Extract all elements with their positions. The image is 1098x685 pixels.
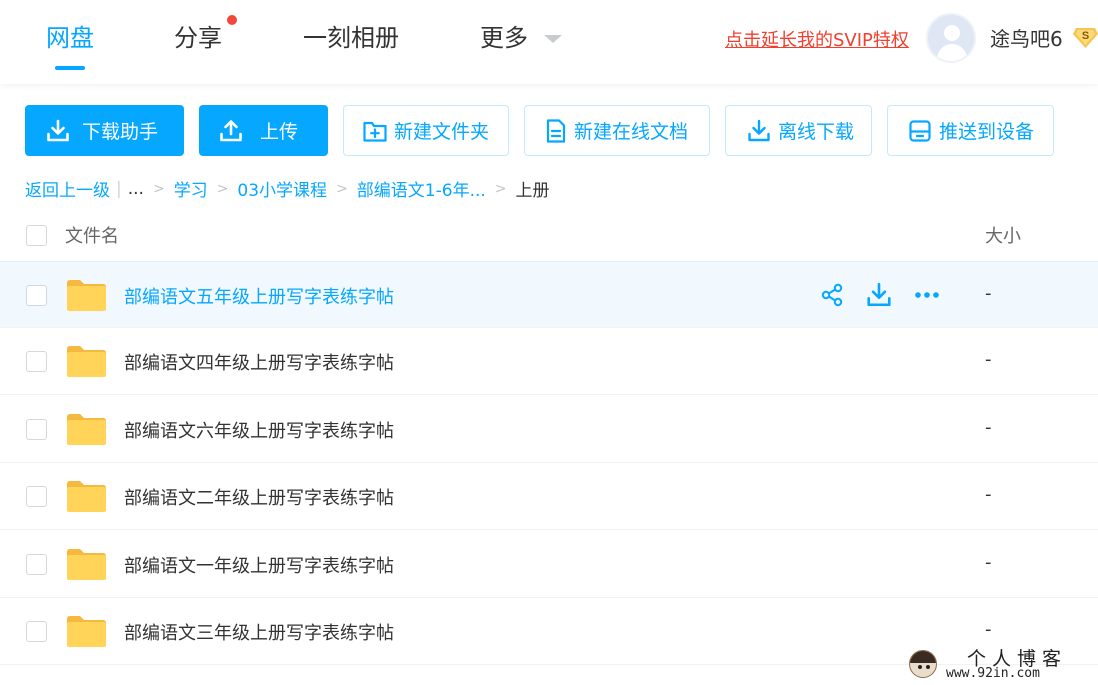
file-row[interactable]: 部编语文四年级上册写字表练字帖 - [0,328,1098,395]
folder-icon [67,346,106,377]
share-icon[interactable] [820,283,844,307]
column-header-name[interactable]: 文件名 [65,222,119,248]
document-icon [546,118,566,143]
new-folder-label: 新建文件夹 [394,121,490,143]
file-name[interactable]: 部编语文五年级上册写字表练字帖 [124,283,394,309]
svip-badge-letter: S [1082,30,1089,42]
breadcrumb-separator: > [216,180,229,197]
file-size: - [985,417,992,438]
download-icon[interactable] [866,282,892,308]
breadcrumb-item-primary-course[interactable]: 03小学课程 [237,176,327,201]
download-helper-label: 下载助手 [82,121,159,143]
select-all-checkbox[interactable] [26,225,47,246]
nav-tab-more[interactable]: 更多 [480,20,528,56]
avatar-head [944,25,960,41]
file-size: - [985,619,992,640]
offline-download-button[interactable]: 离线下载 [725,105,872,156]
file-name[interactable]: 部编语文四年级上册写字表练字帖 [124,349,394,375]
watermark-avatar-eye [926,665,930,669]
row-checkbox[interactable] [26,486,47,507]
svip-badge-icon: S [1073,28,1098,48]
device-icon [909,119,931,142]
offline-download-icon [748,119,770,141]
breadcrumb-current: 上册 [515,181,550,201]
file-name[interactable]: 部编语文三年级上册写字表练字帖 [124,619,394,645]
breadcrumb-back[interactable]: 返回上一级 [25,176,110,201]
avatar-body [937,44,967,61]
file-size: - [985,283,992,304]
avatar[interactable] [926,13,976,63]
folder-icon [67,549,106,580]
new-online-doc-label: 新建在线文档 [574,121,689,143]
file-size: - [985,552,992,573]
username[interactable]: 途鸟吧6 [990,23,1063,52]
watermark-avatar-hair [910,651,936,663]
download-icon [47,119,69,141]
chevron-down-icon[interactable] [544,35,562,43]
file-row[interactable]: 部编语文一年级上册写字表练字帖 - [0,531,1098,598]
row-checkbox[interactable] [26,419,47,440]
folder-plus-icon [363,121,387,142]
file-name[interactable]: 部编语文一年级上册写字表练字帖 [124,552,394,578]
upload-label: 上传 [260,121,299,143]
file-row[interactable]: 部编语文五年级上册写字表练字帖 - [0,261,1098,328]
upload-button[interactable]: 上传 [199,105,328,156]
nav-tab-netdisk[interactable]: 网盘 [46,20,94,56]
notification-dot [227,15,237,25]
file-size: - [985,349,992,370]
breadcrumb-separator: > [152,180,165,197]
breadcrumb-item-chinese[interactable]: 部编语文1-6年... [357,176,486,201]
column-header-size[interactable]: 大小 [985,222,1021,248]
row-checkbox[interactable] [26,285,47,306]
file-size: - [985,484,992,505]
download-helper-button[interactable]: 下载助手 [25,105,184,156]
watermark: 个人博客 www.92in.com [905,644,1098,685]
folder-icon [67,280,106,311]
watermark-avatar-eye [918,665,922,669]
breadcrumb: 返回上一级 | ... > 学习 > 03小学课程 > 部编语文1-6年... … [25,176,550,202]
folder-icon [67,414,106,445]
breadcrumb-divider: | [116,178,122,199]
row-actions [820,282,940,308]
breadcrumb-separator: > [336,180,348,197]
folder-icon [67,616,106,647]
top-nav: 网盘 分享 一刻相册 更多 点击延长我的SVIP特权 途鸟吧6 S [0,0,1098,84]
offline-download-label: 离线下载 [778,121,855,143]
file-row[interactable]: 部编语文二年级上册写字表练字帖 - [0,463,1098,530]
file-list-header: 文件名 大小 [0,210,1098,260]
row-checkbox[interactable] [26,554,47,575]
new-online-doc-button[interactable]: 新建在线文档 [524,105,710,156]
watermark-avatar-icon [909,650,937,678]
breadcrumb-item-study[interactable]: 学习 [174,176,208,201]
push-to-device-label: 推送到设备 [939,121,1035,143]
breadcrumb-separator: > [494,180,507,197]
upload-icon [220,119,242,141]
file-name[interactable]: 部编语文二年级上册写字表练字帖 [124,484,394,510]
row-checkbox[interactable] [26,621,47,642]
push-to-device-button[interactable]: 推送到设备 [887,105,1054,156]
file-row[interactable]: 部编语文六年级上册写字表练字帖 - [0,396,1098,463]
nav-tab-share[interactable]: 分享 [174,20,222,56]
row-checkbox[interactable] [26,351,47,372]
nav-tab-album[interactable]: 一刻相册 [303,20,399,56]
file-name[interactable]: 部编语文六年级上册写字表练字帖 [124,417,394,443]
breadcrumb-ellipsis[interactable]: ... [128,179,144,199]
nav-active-indicator [55,66,85,70]
more-icon[interactable] [914,290,940,300]
watermark-url: www.92in.com [946,666,1040,681]
new-folder-button[interactable]: 新建文件夹 [343,105,509,156]
folder-icon [67,481,106,512]
svip-renew-link[interactable]: 点击延长我的SVIP特权 [725,26,909,52]
